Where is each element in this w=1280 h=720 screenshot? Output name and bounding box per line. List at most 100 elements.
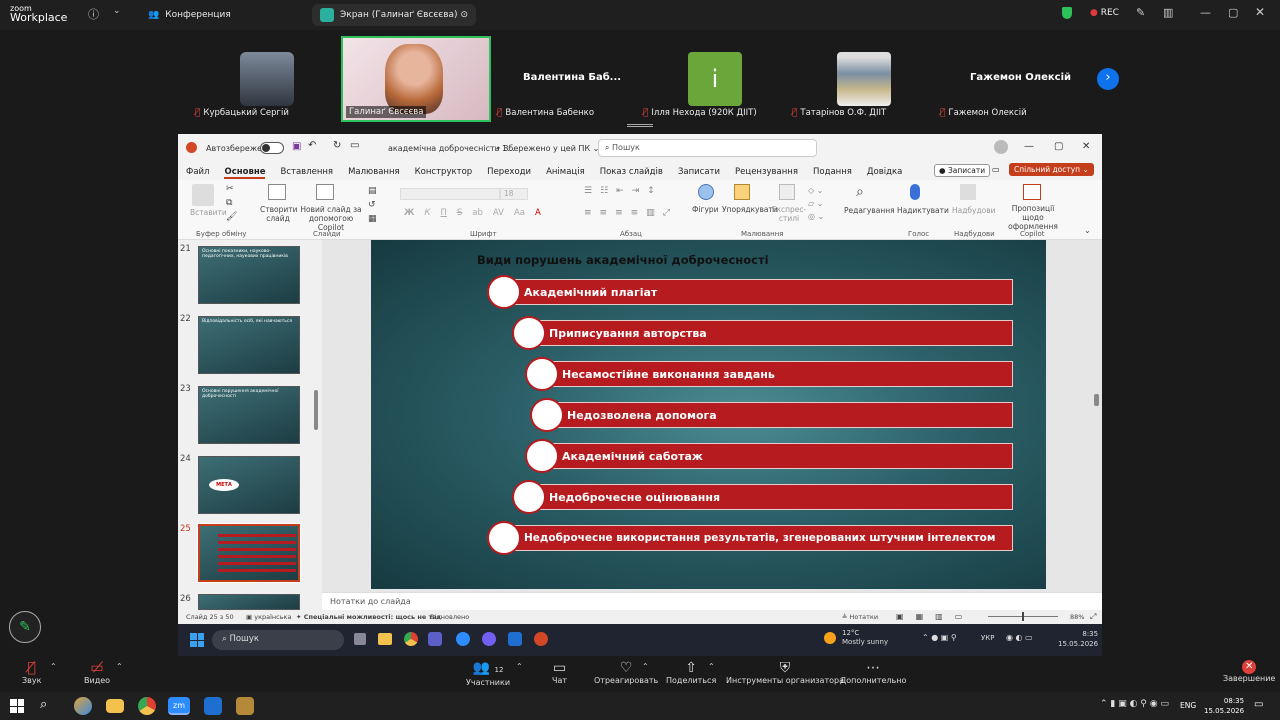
record-button[interactable]: ● Записати — [934, 164, 991, 177]
new-slide-button[interactable]: Створити слайд — [260, 205, 298, 223]
tab-view[interactable]: Подання — [813, 167, 852, 179]
zoom-app-icon[interactable] — [456, 632, 470, 646]
accessibility-status[interactable]: ✦ Спеціальні можливості: щось не так — [296, 613, 441, 621]
video-button[interactable]: ▭̸ Видео — [84, 660, 110, 685]
notifications-icon[interactable]: ▭ — [1254, 699, 1263, 710]
more-button[interactable]: ⋯ Дополнительно — [840, 660, 906, 685]
zoom-slider[interactable] — [988, 612, 1058, 621]
tab-slideshow[interactable]: Показ слайдів — [600, 167, 663, 179]
save-icon[interactable]: ▣ — [292, 141, 301, 152]
layout-icon[interactable]: ▤ — [368, 186, 377, 196]
layout-icon[interactable]: ▥ — [1163, 6, 1173, 19]
input-language[interactable]: ENG — [1180, 701, 1196, 710]
remote-clock[interactable]: 8:35 15.05.2026 — [1058, 629, 1098, 649]
minimize-icon[interactable]: — — [1024, 141, 1034, 152]
app-icon[interactable] — [236, 697, 254, 715]
tab-screen-share[interactable]: Экран (Галинаґ Євсєєва) ⊙ — [312, 4, 476, 26]
share-button[interactable]: Спільний доступ ⌄ — [1009, 163, 1094, 176]
editor-scrollbar[interactable] — [1094, 394, 1099, 406]
zoom-taskbar-icon[interactable]: zm — [168, 697, 190, 715]
microphone-icon[interactable] — [910, 184, 920, 200]
language-status[interactable]: ▣ українська — [246, 613, 291, 621]
tab-conference[interactable]: 👥 Конференция — [140, 4, 239, 26]
new-slide-copilot-button[interactable]: Новий слайд за допомогою Copilot — [296, 205, 366, 232]
mail-icon[interactable] — [204, 697, 222, 715]
info-icon[interactable]: ⓘ — [88, 6, 99, 22]
slide-thumbnail[interactable] — [198, 594, 300, 610]
audio-button[interactable]: 🎙̸ Звук — [22, 660, 41, 685]
search-box[interactable]: ⌕ Пошук — [598, 139, 817, 157]
present-icon[interactable]: ▭ — [350, 140, 359, 151]
tray-icons[interactable]: ⌃ ▮ ▣ ◐ ⚲ ◉ ▭ — [1100, 699, 1169, 709]
notes-pane[interactable]: Нотатки до слайда — [322, 592, 1102, 610]
addins-button[interactable]: Надбудови — [952, 206, 996, 215]
font-name-box[interactable] — [400, 188, 500, 200]
input-language[interactable]: УКР — [981, 634, 994, 642]
format-painter-icon[interactable]: 🖌 — [226, 212, 237, 222]
maximize-icon[interactable]: ▢ — [1228, 6, 1238, 19]
autosave-toggle[interactable] — [260, 142, 284, 154]
tab-transitions[interactable]: Переходи — [487, 167, 531, 179]
folder-icon[interactable] — [106, 699, 124, 713]
chat-button[interactable]: ▭ Чат — [552, 660, 567, 685]
paste-icon[interactable] — [192, 184, 214, 206]
cut-icon[interactable]: ✂ — [226, 184, 234, 194]
notes-toggle[interactable]: ≜ Нотатки — [842, 613, 878, 621]
reset-icon[interactable]: ↺ — [368, 200, 376, 210]
minimize-icon[interactable]: — — [1200, 6, 1211, 19]
powerpoint-icon[interactable] — [534, 632, 548, 646]
redo-icon[interactable]: ↻ — [333, 140, 341, 151]
quick-styles-button[interactable]: Експрес-стилі — [770, 205, 808, 223]
designer-icon[interactable] — [1023, 184, 1041, 200]
slide-thumbnail-selected[interactable] — [197, 523, 301, 583]
fit-slide-icon[interactable]: ⤢ — [1090, 612, 1096, 622]
close-icon[interactable]: ✕ — [1082, 141, 1090, 152]
tab-animations[interactable]: Анімація — [546, 167, 585, 179]
save-status[interactable]: • Збережено у цей ПК ⌄ — [496, 144, 599, 153]
addins-icon[interactable] — [960, 184, 976, 200]
more-icon[interactable]: ⊙ — [460, 10, 468, 20]
tab-insert[interactable]: Вставлення — [280, 167, 333, 179]
dictate-button[interactable]: Надиктувати — [897, 206, 949, 215]
viber-icon[interactable] — [482, 632, 496, 646]
tray-icons[interactable]: ⌃ ● ▣ ⚲ — [922, 633, 957, 642]
participants-button[interactable]: 👥 12 Участники — [466, 660, 510, 687]
audio-options-icon[interactable]: ⌃ — [50, 662, 57, 671]
system-clock[interactable]: 08:35 15.05.2026 — [1204, 696, 1244, 716]
zoom-level[interactable]: 88% — [1070, 613, 1084, 621]
thumbnail-scrollbar[interactable] — [314, 390, 318, 430]
video-options-icon[interactable]: ⌃ — [116, 662, 123, 671]
chrome-icon[interactable] — [404, 632, 418, 646]
account-avatar[interactable] — [994, 140, 1008, 154]
folder-icon[interactable] — [378, 633, 392, 645]
tab-record[interactable]: Записати — [678, 167, 720, 179]
slide-thumbnail[interactable]: Основні порушення академічної доброчесно… — [198, 386, 300, 444]
copy-icon[interactable]: ⧉ — [226, 198, 232, 208]
host-tools-button[interactable]: ⛨ Инструменты организатора — [726, 660, 844, 685]
drag-handle[interactable] — [627, 124, 653, 127]
slide-thumbnail[interactable]: МЕТА — [198, 456, 300, 514]
close-icon[interactable]: ✕ — [1255, 5, 1265, 19]
end-meeting-button[interactable]: ✕ Завершение — [1223, 660, 1275, 683]
tab-draw[interactable]: Малювання — [348, 167, 400, 179]
weather-widget[interactable]: 12°C Mostly sunny — [842, 629, 888, 647]
tab-home[interactable]: Основне — [224, 167, 266, 179]
participant-tile[interactable]: 🎙̸ Курбацький Сергій — [195, 36, 335, 120]
mail-icon[interactable] — [508, 632, 522, 646]
current-slide[interactable]: Види порушень академічної доброчесності … — [371, 240, 1046, 589]
new-slide-icon[interactable] — [268, 184, 286, 200]
participant-tile[interactable]: Гажемон Олексій 🎙̸ Гажемон Олексій — [940, 36, 1085, 120]
comments-icon[interactable]: ▭ — [992, 165, 1000, 174]
task-view-icon[interactable] — [354, 633, 366, 645]
windows-start-icon[interactable] — [190, 633, 204, 647]
participants-options-icon[interactable]: ⌃ — [516, 662, 523, 671]
designer-button[interactable]: Пропозиції щодо оформлення — [1000, 204, 1066, 231]
maximize-icon[interactable]: ▢ — [1054, 141, 1063, 152]
windows-start-icon[interactable] — [10, 699, 24, 713]
tab-file[interactable]: Файл — [186, 167, 209, 179]
participant-tile[interactable]: i 🎙̸ Ілля Нехода (920К ДІІТ) — [643, 36, 783, 120]
font-size-box[interactable]: 18 — [500, 188, 528, 200]
shapes-button[interactable]: Фігури — [692, 205, 719, 214]
editing-button[interactable]: Редагування — [844, 206, 895, 215]
teams-icon[interactable] — [428, 632, 442, 646]
